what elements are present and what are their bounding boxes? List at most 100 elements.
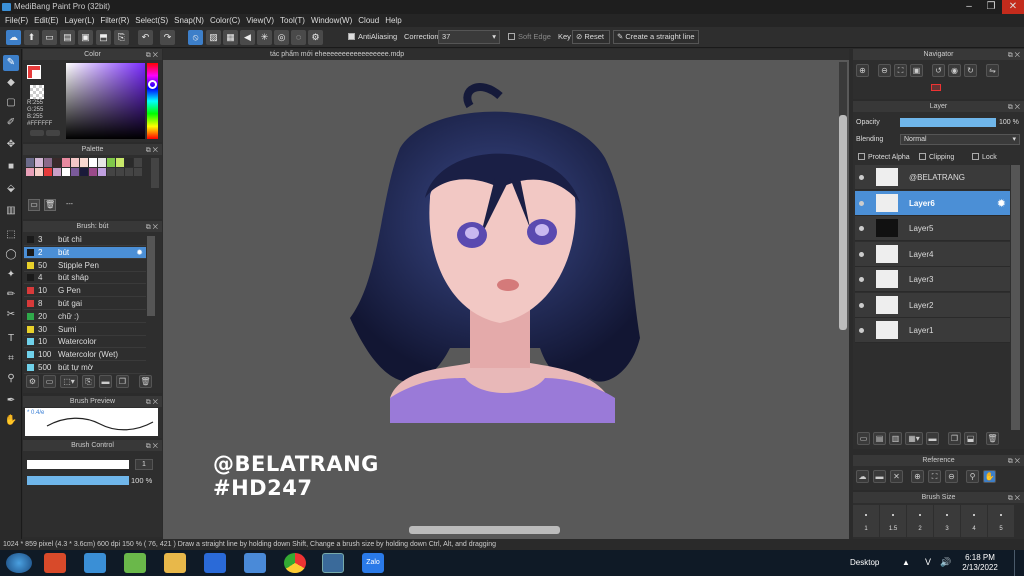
brush-item[interactable]: 50 Stipple Pen: [24, 259, 146, 272]
brush-copy-icon[interactable]: ⎘: [82, 375, 95, 388]
hue-handle[interactable]: [148, 80, 157, 89]
eye-icon[interactable]: [859, 302, 864, 308]
brush-size-cell[interactable]: 5: [988, 505, 1014, 537]
ref-zoom-out-icon[interactable]: ⊖: [945, 470, 958, 483]
float-icon[interactable]: ⧉ ✕: [146, 397, 158, 408]
eraser-tool-icon[interactable]: ◆: [3, 75, 19, 91]
delete-layer-icon[interactable]: 🗑: [986, 432, 999, 445]
menu-edit[interactable]: Edit(E): [33, 14, 63, 27]
medibang-taskbar-icon[interactable]: [322, 553, 344, 573]
brush-tool-icon[interactable]: ✎: [3, 55, 19, 71]
snap-perspective-icon[interactable]: ◀: [240, 30, 255, 45]
float-icon[interactable]: ⧉ ✕: [1008, 102, 1020, 113]
brush-size-cell[interactable]: 2: [907, 505, 933, 537]
layer-row[interactable]: @BELATRANG: [855, 165, 1010, 190]
menu-select[interactable]: Select(S): [134, 14, 173, 27]
chrome-icon[interactable]: [284, 553, 306, 573]
brush-size-slider[interactable]: [27, 460, 129, 469]
float-icon[interactable]: ⧉ ✕: [1008, 50, 1020, 61]
cloud-reference-icon[interactable]: ☁: [856, 470, 869, 483]
clock[interactable]: 6:18 PM 2/13/2022: [960, 553, 1000, 573]
brush-duplicate-icon[interactable]: ❐: [116, 375, 129, 388]
fit-icon[interactable]: ⛶: [894, 64, 907, 77]
cloud-icon[interactable]: ☁: [6, 30, 21, 45]
menu-filter[interactable]: Filter(R): [99, 14, 134, 27]
close-reference-icon[interactable]: ✕: [890, 470, 903, 483]
text-tool-icon[interactable]: T: [3, 331, 19, 347]
eyedropper-tool-icon[interactable]: ⚲: [3, 371, 19, 387]
divide-tool-icon[interactable]: ⌗: [3, 351, 19, 367]
app-icon[interactable]: [124, 553, 146, 573]
layer-opacity-slider[interactable]: [900, 118, 996, 127]
duplicate-layer-icon[interactable]: ❐: [948, 432, 961, 445]
dot-tool-icon[interactable]: ✐: [3, 115, 19, 131]
clipping-checkbox[interactable]: Clipping: [919, 153, 954, 161]
ref-hand-icon[interactable]: ✋: [983, 470, 996, 483]
close-button[interactable]: ✕: [1002, 0, 1024, 14]
menu-window[interactable]: Window(W): [310, 14, 357, 27]
eye-icon[interactable]: [859, 175, 864, 180]
brush-item[interactable]: 4 bút sháp: [24, 272, 146, 285]
layer-row[interactable]: Layer3: [855, 267, 1010, 292]
ref-zoom-in-icon[interactable]: ⊕: [911, 470, 924, 483]
zoom-out-icon[interactable]: ⊖: [878, 64, 891, 77]
reset-rotation-icon[interactable]: ◉: [948, 64, 961, 77]
hand-tool-icon[interactable]: ✋: [3, 413, 19, 429]
eye-icon[interactable]: [859, 277, 864, 282]
brush-item[interactable]: 30 Sumi: [24, 323, 146, 336]
menu-view[interactable]: View(V): [245, 14, 279, 27]
add-palette-icon[interactable]: ▭: [28, 199, 40, 211]
snap-grid-icon[interactable]: ▦: [223, 30, 238, 45]
actual-size-icon[interactable]: ▣: [910, 64, 923, 77]
ref-eyedropper-icon[interactable]: ⚲: [966, 470, 979, 483]
brush-item[interactable]: 3 bút chì: [24, 234, 146, 246]
eye-icon[interactable]: [859, 226, 864, 231]
new-layer-icon[interactable]: ▭: [857, 432, 870, 445]
palette-swatches[interactable]: [26, 158, 148, 176]
snap-parallel-icon[interactable]: ▨: [206, 30, 221, 45]
menu-layer[interactable]: Layer(L): [64, 14, 100, 27]
show-desktop-button[interactable]: [1014, 550, 1024, 576]
brush-size-cell[interactable]: 3: [934, 505, 960, 537]
brush-settings-icon[interactable]: ⚙: [26, 375, 39, 388]
gear-icon[interactable]: ✹: [997, 197, 1006, 210]
float-icon[interactable]: ⧉ ✕: [146, 50, 158, 61]
canvas-vscroll-thumb[interactable]: [839, 115, 847, 330]
start-icon[interactable]: [6, 553, 32, 573]
correction-select[interactable]: 37 ▾: [438, 30, 500, 44]
explorer-icon[interactable]: [164, 553, 186, 573]
fill-shape-tool-icon[interactable]: ■: [3, 159, 19, 175]
float-icon[interactable]: ⧉ ✕: [146, 145, 158, 156]
move-tool-icon[interactable]: ✥: [3, 137, 19, 153]
gradient-tool-icon[interactable]: ▥: [3, 203, 19, 219]
flip-icon[interactable]: ⇋: [986, 64, 999, 77]
brush-item[interactable]: 100 Watercolor (Wet): [24, 349, 146, 362]
navigator-thumbnail[interactable]: [931, 84, 941, 91]
eye-icon[interactable]: [859, 328, 864, 333]
menu-tool[interactable]: Tool(T): [279, 14, 310, 27]
brush-item[interactable]: 8 bút gai: [24, 298, 146, 310]
magic-wand-icon[interactable]: ✦: [3, 267, 19, 283]
float-icon[interactable]: ⧉ ✕: [146, 441, 158, 452]
float-icon[interactable]: ⧉ ✕: [1008, 493, 1020, 504]
menu-cloud[interactable]: Cloud: [357, 14, 384, 27]
rect-tool-icon[interactable]: ▢: [3, 95, 19, 111]
export-icon[interactable]: ⎘: [114, 30, 129, 45]
delete-palette-icon[interactable]: 🗑: [44, 199, 56, 211]
brush-list-scrollbar[interactable]: [147, 236, 155, 316]
ie-icon[interactable]: [204, 553, 226, 573]
brush-size-value[interactable]: 1: [135, 459, 153, 470]
canvas-hscroll-thumb[interactable]: [409, 526, 560, 534]
protect-alpha-checkbox[interactable]: Protect Alpha: [858, 153, 910, 161]
background-color-swatch[interactable]: [32, 70, 40, 78]
reset-button[interactable]: ⊘ Reset: [572, 30, 610, 44]
blending-select[interactable]: Normal ▾: [900, 134, 1020, 145]
color-swap-button[interactable]: [46, 130, 60, 136]
new-file-icon[interactable]: ▭: [42, 30, 57, 45]
zalo-icon[interactable]: Zalo: [362, 553, 384, 573]
select-eraser-icon[interactable]: ✂: [3, 307, 19, 323]
eye-icon[interactable]: [859, 200, 864, 206]
add-brush-icon[interactable]: ▭: [43, 375, 56, 388]
upload-icon[interactable]: ⬆: [24, 30, 39, 45]
brush-opacity-slider[interactable]: [27, 476, 129, 485]
